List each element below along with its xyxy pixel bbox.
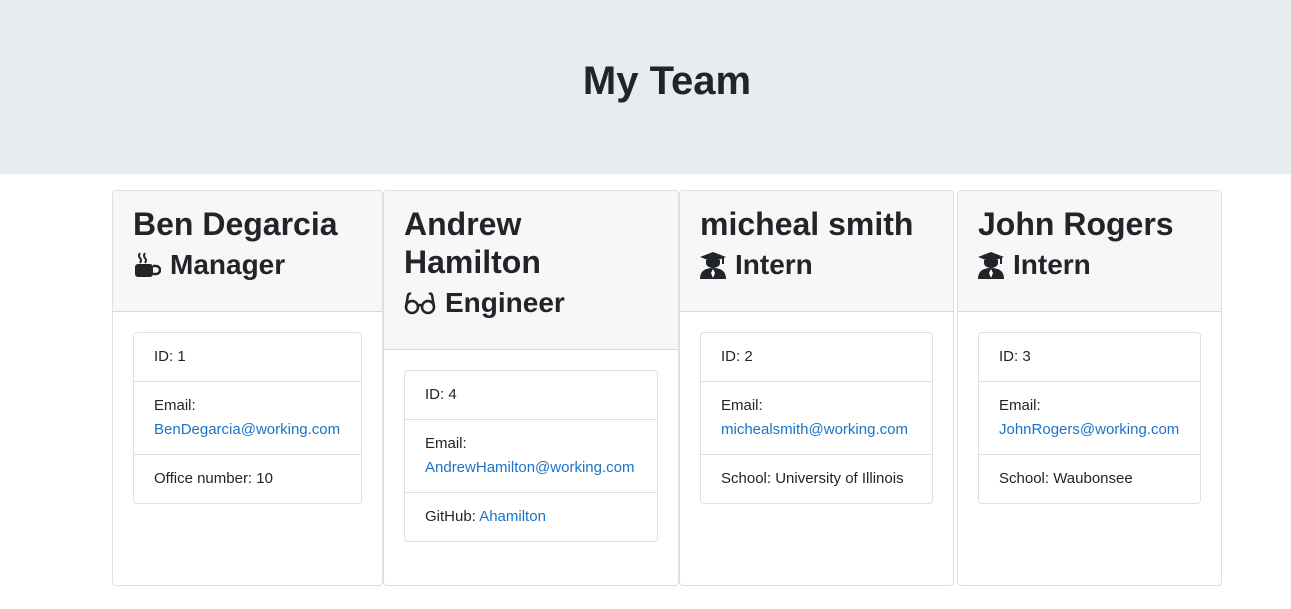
graduate-icon	[978, 251, 1004, 279]
role-label: Engineer	[445, 287, 565, 318]
employee-name: John Rogers	[978, 206, 1174, 242]
card-body: ID: 2 Email: michealsmith@working.com Sc…	[680, 312, 953, 524]
graduate-icon	[700, 251, 726, 279]
email-label: Email:	[999, 397, 1041, 414]
employee-card-intern: John Rogers Intern ID: 3 Email: JohnRoge…	[957, 190, 1222, 586]
info-list: ID: 1 Email: BenDegarcia@working.com Off…	[133, 332, 362, 504]
id-item: ID: 4	[405, 371, 657, 420]
card-header: John Rogers Intern	[958, 191, 1221, 312]
role-label: Intern	[735, 249, 813, 280]
id-item: ID: 3	[979, 333, 1200, 382]
id-item: ID: 1	[134, 333, 361, 382]
page-title: My Team	[582, 59, 752, 103]
email-link[interactable]: BenDegarcia@working.com	[154, 421, 340, 438]
email-label: Email:	[154, 397, 196, 414]
employee-role: Intern	[700, 248, 933, 282]
info-list: ID: 3 Email: JohnRogers@working.com Scho…	[978, 332, 1201, 504]
employee-role: Engineer	[404, 286, 658, 320]
employee-name: Andrew Hamilton	[404, 206, 541, 280]
coffee-mug-icon	[133, 251, 161, 279]
id-item: ID: 2	[701, 333, 932, 382]
jumbotron-header: My Team	[0, 0, 1291, 174]
info-list: ID: 4 Email: AndrewHamilton@working.com …	[404, 370, 658, 542]
email-item: Email: michealsmith@working.com	[701, 382, 932, 455]
card-header: Ben Degarcia Manager	[113, 191, 382, 312]
email-link[interactable]: JohnRogers@working.com	[999, 421, 1179, 438]
role-label: Intern	[1013, 249, 1091, 280]
card-body: ID: 4 Email: AndrewHamilton@working.com …	[384, 350, 678, 562]
role-label: Manager	[170, 249, 286, 280]
email-item: Email: AndrewHamilton@working.com	[405, 420, 657, 493]
card-body: ID: 1 Email: BenDegarcia@working.com Off…	[113, 312, 382, 524]
card-body: ID: 3 Email: JohnRogers@working.com Scho…	[958, 312, 1221, 524]
employee-name: Ben Degarcia	[133, 206, 338, 242]
employee-role: Manager	[133, 248, 362, 282]
email-item: Email: BenDegarcia@working.com	[134, 382, 361, 455]
glasses-icon	[404, 290, 436, 316]
card-header: Andrew Hamilton Engineer	[384, 191, 678, 350]
github-item: GitHub: Ahamilton	[405, 493, 657, 541]
employee-card-engineer: Andrew Hamilton Engineer ID: 4 Email: An…	[383, 190, 679, 586]
email-link[interactable]: AndrewHamilton@working.com	[425, 459, 634, 476]
school-item: School: Waubonsee	[999, 470, 1133, 487]
employee-card-manager: Ben Degarcia Manager ID: 1 Email: BenDeg…	[112, 190, 383, 586]
email-item: Email: JohnRogers@working.com	[979, 382, 1200, 455]
school-item: School: University of Illinois	[721, 470, 904, 487]
email-link[interactable]: michealsmith@working.com	[721, 421, 908, 438]
email-label: Email:	[721, 397, 763, 414]
employee-role: Intern	[978, 248, 1201, 282]
employee-card-intern: micheal smith Intern ID: 2 Email: michea…	[679, 190, 954, 586]
employee-name: micheal smith	[700, 206, 914, 242]
email-label: Email:	[425, 435, 467, 452]
github-label: GitHub:	[425, 508, 480, 525]
card-header: micheal smith Intern	[680, 191, 953, 312]
office-number-item: Office number: 10	[154, 470, 273, 487]
info-list: ID: 2 Email: michealsmith@working.com Sc…	[700, 332, 933, 504]
github-link[interactable]: Ahamilton	[479, 508, 546, 525]
